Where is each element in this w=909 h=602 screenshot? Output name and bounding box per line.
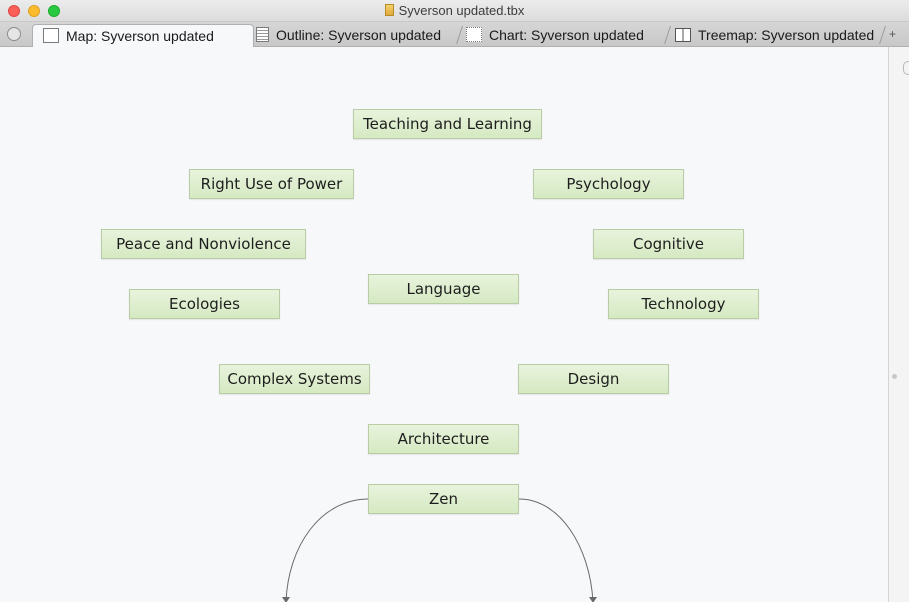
note-ecologies[interactable]: Ecologies <box>129 289 280 319</box>
map-icon <box>43 28 59 43</box>
tab-label: Map: Syverson updated <box>66 28 214 44</box>
window-title: Syverson updated.tbx <box>0 3 909 18</box>
note-label: Design <box>567 370 620 388</box>
chart-icon <box>466 27 482 42</box>
note-zen[interactable]: Zen <box>368 484 519 514</box>
link-arrowhead-left <box>282 597 290 602</box>
scroll-knob[interactable] <box>903 61 909 75</box>
outline-icon <box>256 27 269 42</box>
add-tab-button[interactable]: + <box>889 27 896 41</box>
link-curve-left <box>285 498 370 602</box>
note-right-use-of-power[interactable]: Right Use of Power <box>189 169 354 199</box>
link-arrowhead-right <box>589 597 597 602</box>
map-canvas[interactable]: Teaching and Learning Right Use of Power… <box>0 47 888 602</box>
note-label: Zen <box>428 490 458 508</box>
scroll-indicator <box>892 374 897 379</box>
note-label: Ecologies <box>169 295 240 313</box>
note-label: Cognitive <box>632 235 704 253</box>
note-label: Psychology <box>566 175 651 193</box>
note-label: Technology <box>641 295 726 313</box>
tab-chart[interactable]: Chart: Syverson updated <box>464 24 669 47</box>
window-title-text: Syverson updated.tbx <box>398 3 525 18</box>
link-curve-right <box>518 498 594 602</box>
tab-bar: Map: Syverson updated Outline: Syverson … <box>0 22 909 47</box>
tab-outline[interactable]: Outline: Syverson updated <box>254 24 459 47</box>
tab-label: Outline: Syverson updated <box>276 27 441 43</box>
note-teaching-and-learning[interactable]: Teaching and Learning <box>353 109 542 139</box>
note-label: Complex Systems <box>227 370 362 388</box>
note-architecture[interactable]: Architecture <box>368 424 519 454</box>
note-label: Teaching and Learning <box>363 115 532 133</box>
treemap-icon <box>675 28 691 42</box>
tab-treemap[interactable]: Treemap: Syverson updated <box>673 24 885 47</box>
tab-label: Chart: Syverson updated <box>489 27 644 43</box>
note-psychology[interactable]: Psychology <box>533 169 684 199</box>
document-icon <box>384 4 394 16</box>
note-cognitive[interactable]: Cognitive <box>593 229 744 259</box>
tab-overview-icon[interactable] <box>7 27 21 41</box>
note-technology[interactable]: Technology <box>608 289 759 319</box>
note-complex-systems[interactable]: Complex Systems <box>219 364 370 394</box>
note-peace-and-nonviolence[interactable]: Peace and Nonviolence <box>101 229 306 259</box>
tab-label: Treemap: Syverson updated <box>698 27 875 43</box>
title-bar: Syverson updated.tbx <box>0 0 909 22</box>
note-design[interactable]: Design <box>518 364 669 394</box>
vertical-scrollbar[interactable] <box>888 47 909 602</box>
note-label: Peace and Nonviolence <box>116 235 291 253</box>
note-label: Architecture <box>397 430 490 448</box>
note-label: Right Use of Power <box>200 175 343 193</box>
note-language[interactable]: Language <box>368 274 519 304</box>
tab-map[interactable]: Map: Syverson updated <box>32 24 254 47</box>
note-label: Language <box>406 280 481 298</box>
